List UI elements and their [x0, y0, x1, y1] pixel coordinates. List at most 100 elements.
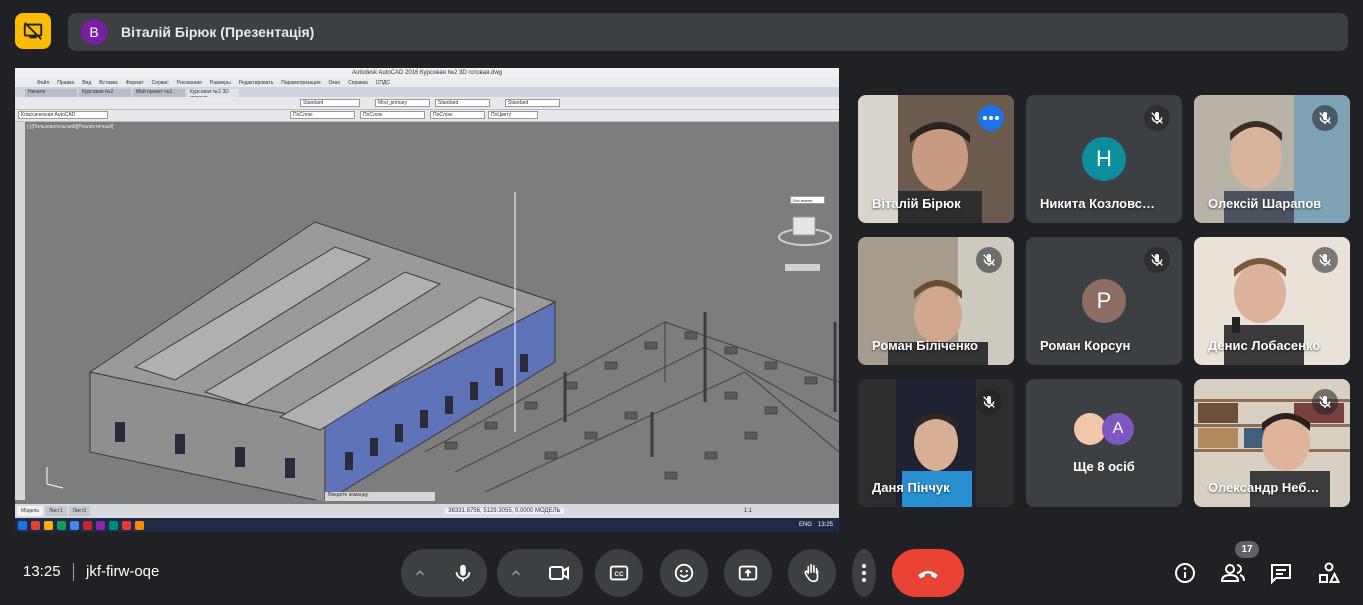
meeting-code: jkf-firw-oqe — [86, 563, 160, 580]
presenter-bar[interactable]: B Віталій Бірюк (Презентація) — [68, 13, 1348, 51]
participant-tile[interactable]: Денис Лобасенко — [1194, 237, 1350, 365]
layout-tab: Лист2 — [68, 506, 91, 516]
camera-control-group — [497, 549, 583, 597]
layout-tab: Модель — [17, 506, 43, 516]
autocad-menu-item: Окно — [328, 79, 341, 86]
autocad-file-tab: Курсовая №2 — [79, 89, 131, 97]
participant-tile[interactable]: Н Никита Козловс… — [1026, 95, 1182, 223]
more-vert-icon — [862, 564, 866, 582]
camera-options-button[interactable] — [497, 549, 535, 597]
camera-button[interactable] — [535, 549, 583, 597]
muted-indicator — [1144, 247, 1170, 273]
present-button[interactable] — [724, 549, 772, 597]
raise-hand-button[interactable] — [788, 549, 836, 597]
muted-indicator — [1312, 105, 1338, 131]
autocad-file-tab: Курсовая №2 3D готовая — [187, 89, 239, 101]
taskbar-app-icon — [122, 520, 131, 530]
autocad-file-tab: Мой проект №1 — [133, 89, 185, 97]
participant-name: Денис Лобасенко — [1208, 338, 1321, 353]
autocad-left-toolbar — [15, 122, 25, 500]
participant-avatar: P — [1082, 279, 1126, 323]
participant-tile[interactable]: Віталій Бірюк — [858, 95, 1014, 223]
text-style-select: Standard — [300, 99, 360, 107]
command-line[interactable]: Введите команду — [325, 492, 435, 501]
taskbar-time: 13:25 — [817, 522, 833, 528]
captions-button[interactable]: CC — [595, 549, 643, 597]
muted-indicator — [976, 247, 1002, 273]
participant-tile[interactable]: Олександр Неб… — [1194, 379, 1350, 507]
mic-control-group — [401, 549, 487, 597]
tile-more-button[interactable] — [978, 105, 1004, 131]
emoji-icon — [674, 563, 694, 583]
taskbar-app-icon — [109, 520, 118, 530]
participant-name: Даня Пінчук — [872, 480, 950, 495]
participant-name: Роман Біліченко — [872, 338, 978, 353]
autocad-menu-item: Сервис — [151, 79, 169, 86]
participants-count: 17 — [1235, 541, 1259, 558]
participant-name: Никита Козловс… — [1040, 196, 1156, 211]
autocad-menu-item: Файл — [37, 79, 50, 86]
autocad-menu-item: Справка — [348, 79, 368, 86]
mleader-style-select: Standard — [505, 99, 560, 107]
chat-button[interactable] — [1268, 560, 1294, 586]
presentation-badge[interactable] — [15, 13, 51, 49]
presentation-off-icon — [23, 22, 43, 40]
participant-tile[interactable]: Роман Біліченко — [858, 237, 1014, 365]
leave-call-button[interactable] — [892, 549, 964, 597]
mic-off-icon — [1151, 112, 1163, 124]
taskbar-app-icon — [96, 520, 105, 530]
autocad-drawing — [25, 122, 839, 500]
viewport-label: [-][Пользовательский][Реалистичный] — [27, 124, 114, 130]
activities-icon — [1319, 562, 1341, 583]
participant-name: Віталій Бірюк — [872, 196, 961, 211]
mic-off-icon — [1319, 254, 1331, 266]
participant-name: Олексій Шарапов — [1208, 196, 1322, 211]
divider — [73, 563, 74, 581]
autocad-menu-item: Редактировать — [238, 79, 274, 86]
mic-off-icon — [983, 396, 995, 408]
mic-off-icon — [1319, 112, 1331, 124]
workspace-select: Классическая AutoCAD — [18, 111, 108, 119]
reactions-button[interactable] — [660, 549, 708, 597]
activities-button[interactable] — [1316, 560, 1342, 586]
others-avatar: A — [1102, 413, 1134, 445]
presenter-label: Віталій Бірюк (Презентація) — [121, 24, 315, 40]
muted-indicator — [1312, 247, 1338, 273]
windows-taskbar: ENG 13:25 — [15, 518, 839, 532]
meeting-details-button[interactable] — [1172, 560, 1198, 586]
autocad-menu-item: Формат — [125, 79, 144, 86]
autocad-toolbar-1: Standard Mod_primary Standard Standard — [15, 97, 839, 110]
muted-indicator — [1144, 105, 1170, 131]
presenter-avatar: B — [81, 19, 107, 45]
mic-off-icon — [1319, 396, 1331, 408]
muted-indicator — [1312, 389, 1338, 415]
annotation-scale: 1:1 — [743, 508, 752, 514]
mic-options-button[interactable] — [401, 549, 439, 597]
autocad-menu: Файл Правка Вид Вставка Формат Сервис Рисовани… — [15, 78, 839, 87]
muted-indicator — [976, 389, 1002, 415]
chat-icon — [1271, 564, 1291, 585]
mic-icon — [455, 564, 471, 582]
participant-tile[interactable]: A Ще 8 осіб — [1026, 379, 1182, 507]
color-select: ПоСлою — [290, 111, 355, 119]
lineweight-select: ПоСлою — [430, 111, 485, 119]
layout-tabs: Модель Лист1 Лист2 — [15, 506, 91, 516]
linetype-select: ПоСлою — [360, 111, 425, 119]
taskbar-app-icon — [83, 520, 92, 530]
taskbar-lang: ENG — [798, 522, 812, 528]
people-button[interactable] — [1220, 560, 1246, 586]
svg-text:CC: CC — [614, 571, 624, 578]
participant-tile[interactable]: Олексій Шарапов — [1194, 95, 1350, 223]
viewcube-label: Без имени — [790, 196, 825, 204]
meet-window: B Віталій Бірюк (Презентація) Autodesk A… — [0, 0, 1363, 605]
others-label: Ще 8 осіб — [1073, 459, 1135, 474]
participant-tile[interactable]: Даня Пінчук — [858, 379, 1014, 507]
table-style-select: Standard — [435, 99, 490, 107]
autocad-menu-item: Вставка — [99, 79, 118, 86]
participant-tile[interactable]: P Роман Корсун — [1026, 237, 1182, 365]
more-dots-icon — [983, 116, 999, 120]
more-options-button[interactable] — [852, 549, 876, 597]
layout-tab: Лист1 — [44, 506, 67, 516]
participant-avatar: Н — [1082, 137, 1126, 181]
mic-button[interactable] — [439, 549, 487, 597]
